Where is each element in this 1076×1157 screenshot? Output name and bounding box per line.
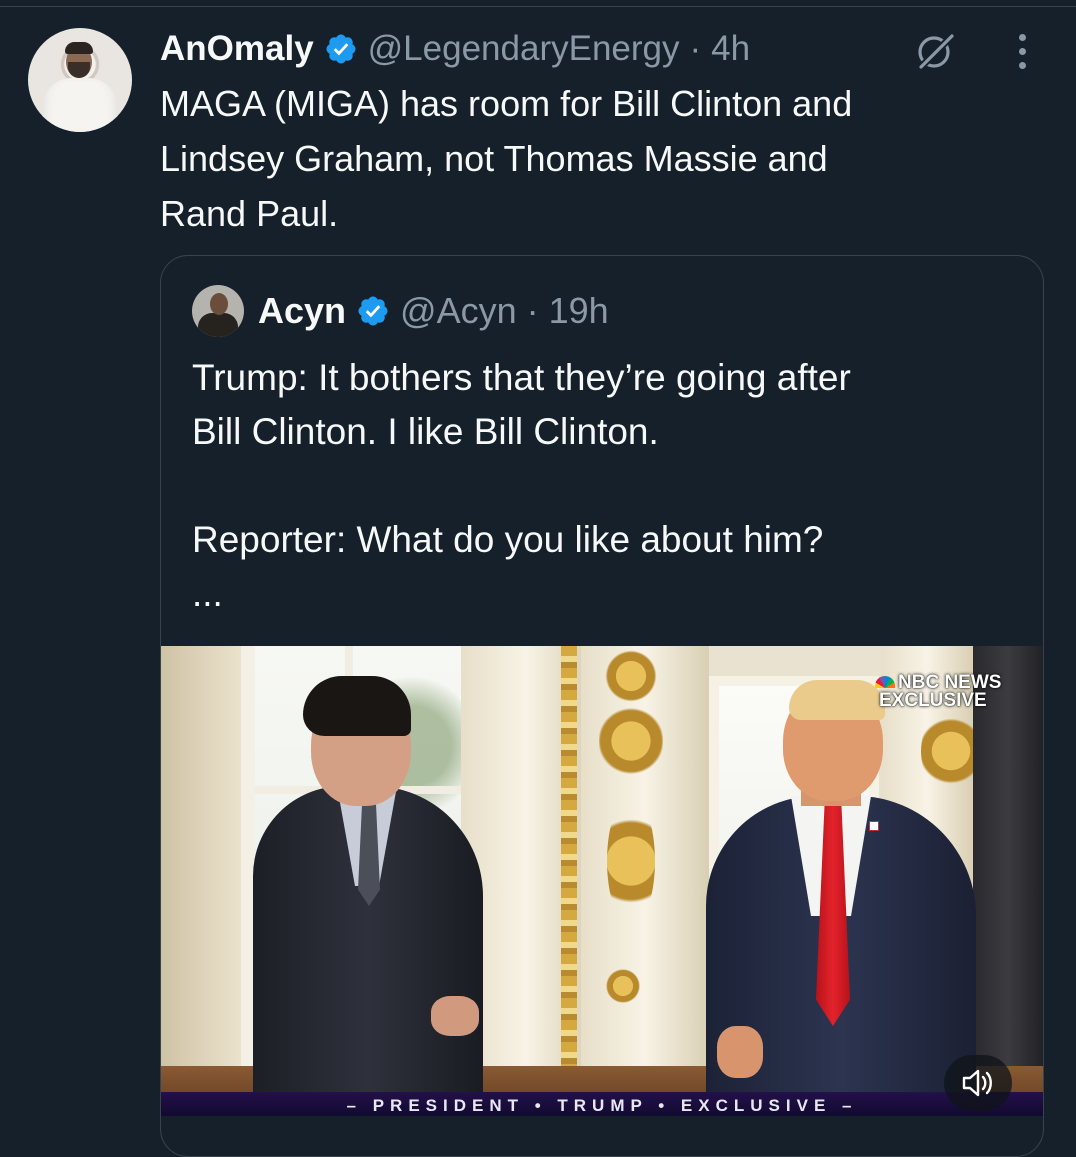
tweet-header: AnOmaly @LegendaryEnergy · 4h <box>160 26 750 72</box>
quoted-tweet-header: Acyn @Acyn · 19h <box>258 286 609 336</box>
speaker-unmute-icon <box>962 1069 992 1097</box>
quoted-author-handle[interactable]: @Acyn <box>400 290 517 332</box>
tweet-text-line: Rand Paul. <box>160 193 339 234</box>
quoted-tweet-timestamp[interactable]: 19h <box>549 290 609 332</box>
video-player[interactable]: NBC NEWS EXCLUSIVE – PRESIDENT • TRUMP •… <box>161 646 1043 1116</box>
verified-badge-icon[interactable] <box>324 32 358 66</box>
quoted-author-display-name[interactable]: Acyn <box>258 290 346 332</box>
quoted-tweet-text: Trump: It bothers that they’re going aft… <box>192 351 1022 621</box>
tweet-text-line: MAGA (MIGA) has room for Bill Clinton an… <box>160 83 853 124</box>
tweet[interactable]: AnOmaly @LegendaryEnergy · 4h MAGA (MIGA… <box>0 0 1076 1157</box>
nbc-news-exclusive-logo: NBC NEWS EXCLUSIVE <box>875 673 1035 710</box>
unmute-button[interactable] <box>944 1055 1012 1111</box>
quoted-text-line: Trump: It bothers that they’re going aft… <box>192 357 851 398</box>
quoted-tweet[interactable]: Acyn @Acyn · 19h Trump: It bothers that … <box>160 255 1044 1157</box>
author-handle[interactable]: @LegendaryEnergy <box>368 29 680 69</box>
chyron-text: – PRESIDENT • TRUMP • EXCLUSIVE – <box>346 1096 858 1115</box>
nbc-peacock-icon <box>875 676 895 688</box>
author-display-name[interactable]: AnOmaly <box>160 29 314 69</box>
video-chyron: – PRESIDENT • TRUMP • EXCLUSIVE – <box>161 1092 1043 1116</box>
tweet-text-line: Lindsey Graham, not Thomas Massie and <box>160 138 828 179</box>
grok-icon[interactable] <box>912 28 958 74</box>
separator-dot: · <box>689 29 702 68</box>
quoted-author-avatar[interactable] <box>192 285 244 337</box>
verified-badge-icon[interactable] <box>356 294 390 328</box>
more-options-icon[interactable] <box>1006 28 1038 74</box>
quoted-text-line: ... <box>192 573 223 614</box>
quoted-text-line <box>192 459 1022 513</box>
author-avatar[interactable] <box>28 28 132 132</box>
tweet-text: MAGA (MIGA) has room for Bill Clinton an… <box>160 76 1040 241</box>
quoted-text-line: Bill Clinton. I like Bill Clinton. <box>192 411 659 452</box>
quoted-text-line: Reporter: What do you like about him? <box>192 519 824 560</box>
tweet-timestamp[interactable]: 4h <box>711 29 750 69</box>
separator-dot: · <box>526 290 539 331</box>
